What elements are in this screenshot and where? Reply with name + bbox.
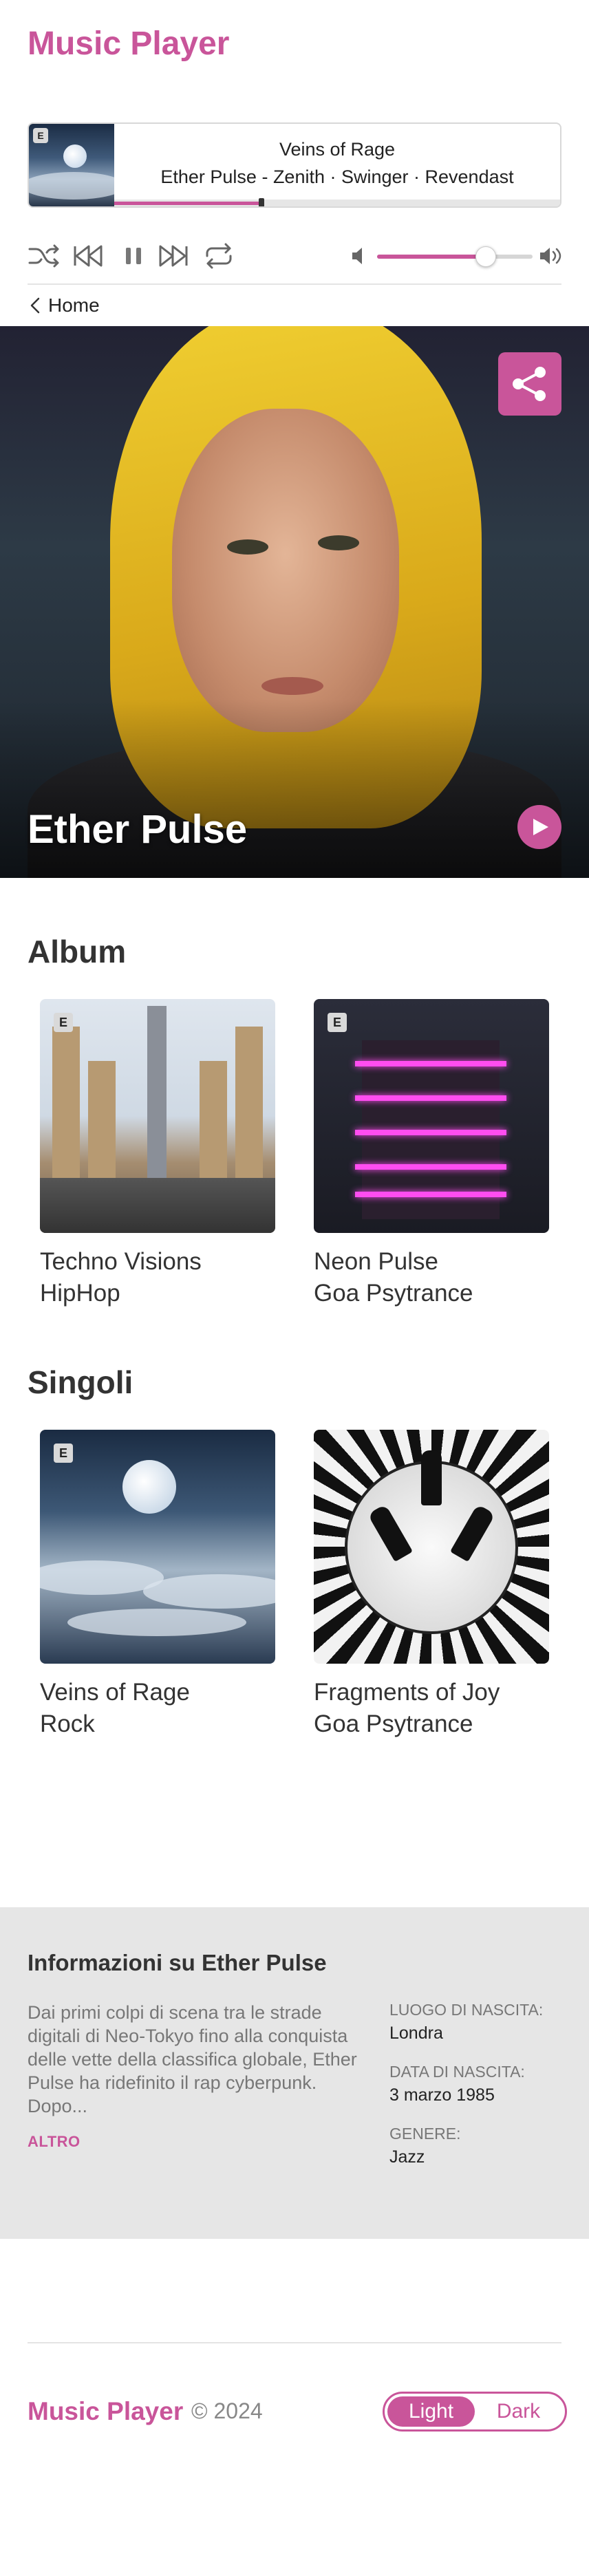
read-more-link[interactable]: ALTRO: [28, 2133, 81, 2151]
artist-name: Ether Pulse: [28, 807, 248, 852]
playback-progress-handle[interactable]: [258, 198, 264, 206]
artist-hero: Ether Pulse: [0, 326, 589, 878]
play-artist-button[interactable]: [517, 805, 561, 849]
breadcrumb[interactable]: Home: [28, 293, 100, 318]
app-title: Music Player: [28, 25, 230, 62]
artist-info-title: Informazioni su Ether Pulse: [28, 1950, 327, 1975]
theme-toggle[interactable]: Light Dark: [383, 2392, 567, 2432]
skip-back-icon[interactable]: [70, 241, 103, 271]
album-card[interactable]: E Neon Pulse Goa Psytrance: [314, 999, 549, 1307]
pause-icon[interactable]: [117, 241, 150, 271]
volume-slider[interactable]: [377, 246, 533, 267]
volume-high-icon: [540, 248, 561, 264]
single-title[interactable]: Fragments of Joy: [314, 1679, 549, 1706]
single-card[interactable]: E Veins of Rage Rock: [40, 1430, 275, 1738]
play-icon: [533, 819, 548, 835]
single-card[interactable]: Fragments of Joy Goa Psytrance: [314, 1430, 549, 1738]
footer-divider: [28, 2342, 561, 2343]
explicit-badge: E: [54, 1443, 73, 1463]
volume-fill: [377, 255, 486, 259]
explicit-badge: E: [328, 1013, 347, 1032]
album-cover[interactable]: E: [40, 999, 275, 1233]
birthplace-value: Londra: [389, 2024, 443, 2043]
single-cover[interactable]: E: [40, 1430, 275, 1664]
theme-light-option[interactable]: Light: [387, 2396, 475, 2427]
artist-info-panel: Informazioni su Ether Pulse Dai primi co…: [0, 1907, 589, 2239]
album-card[interactable]: E Techno Visions HipHop: [40, 999, 275, 1307]
volume-handle[interactable]: [475, 246, 497, 267]
playback-progress-fill: [114, 202, 261, 205]
album-cover[interactable]: E: [314, 999, 549, 1233]
birthdate-label: DATA DI NASCITA:: [389, 2063, 525, 2081]
single-title[interactable]: Veins of Rage: [40, 1679, 275, 1706]
shuffle-icon[interactable]: [28, 241, 61, 271]
genre-value: Jazz: [389, 2147, 425, 2167]
genre-label: GENERE:: [389, 2125, 461, 2143]
footer-brand[interactable]: Music Player: [28, 2397, 183, 2426]
singles-heading: Singoli: [28, 1364, 133, 1400]
footer-copyright: © 2024: [191, 2398, 263, 2423]
explicit-badge: E: [54, 1013, 73, 1032]
share-icon: [513, 367, 546, 401]
theme-dark-option[interactable]: Dark: [475, 2396, 562, 2427]
player-controls: [28, 238, 561, 274]
share-button[interactable]: [498, 352, 561, 416]
album-genre: HipHop: [40, 1280, 120, 1307]
single-cover[interactable]: [314, 1430, 549, 1664]
now-playing-title: Veins of Rage: [279, 139, 396, 160]
birthplace-label: LUOGO DI NASCITA:: [389, 2001, 544, 2019]
divider: [28, 283, 561, 285]
playback-progress-bar[interactable]: [114, 198, 560, 206]
repeat-icon[interactable]: [202, 241, 235, 271]
album-genre: Goa Psytrance: [314, 1280, 473, 1307]
album-title[interactable]: Techno Visions: [40, 1248, 275, 1276]
single-genre: Goa Psytrance: [314, 1710, 473, 1737]
album-title[interactable]: Neon Pulse: [314, 1248, 549, 1276]
now-playing-subtitle: Ether Pulse - Zenith · Swinger · Revenda…: [160, 167, 514, 187]
now-playing-card[interactable]: E Veins of Rage Ether Pulse - Zenith · S…: [28, 122, 561, 208]
explicit-badge: E: [33, 128, 48, 143]
now-playing-cover: E: [29, 124, 114, 206]
chevron-left-icon: [30, 297, 40, 314]
skip-forward-icon[interactable]: [158, 241, 191, 271]
albums-heading: Album: [28, 934, 127, 969]
artist-bio: Dai primi colpi di scena tra le strade d…: [28, 2002, 357, 2116]
breadcrumb-home-link[interactable]: Home: [48, 294, 100, 316]
single-genre: Rock: [40, 1710, 95, 1737]
birthdate-value: 3 marzo 1985: [389, 2085, 495, 2105]
volume-low-icon: [352, 248, 362, 264]
artist-facts: LUOGO DI NASCITA: Londra DATA DI NASCITA…: [389, 2001, 568, 2187]
